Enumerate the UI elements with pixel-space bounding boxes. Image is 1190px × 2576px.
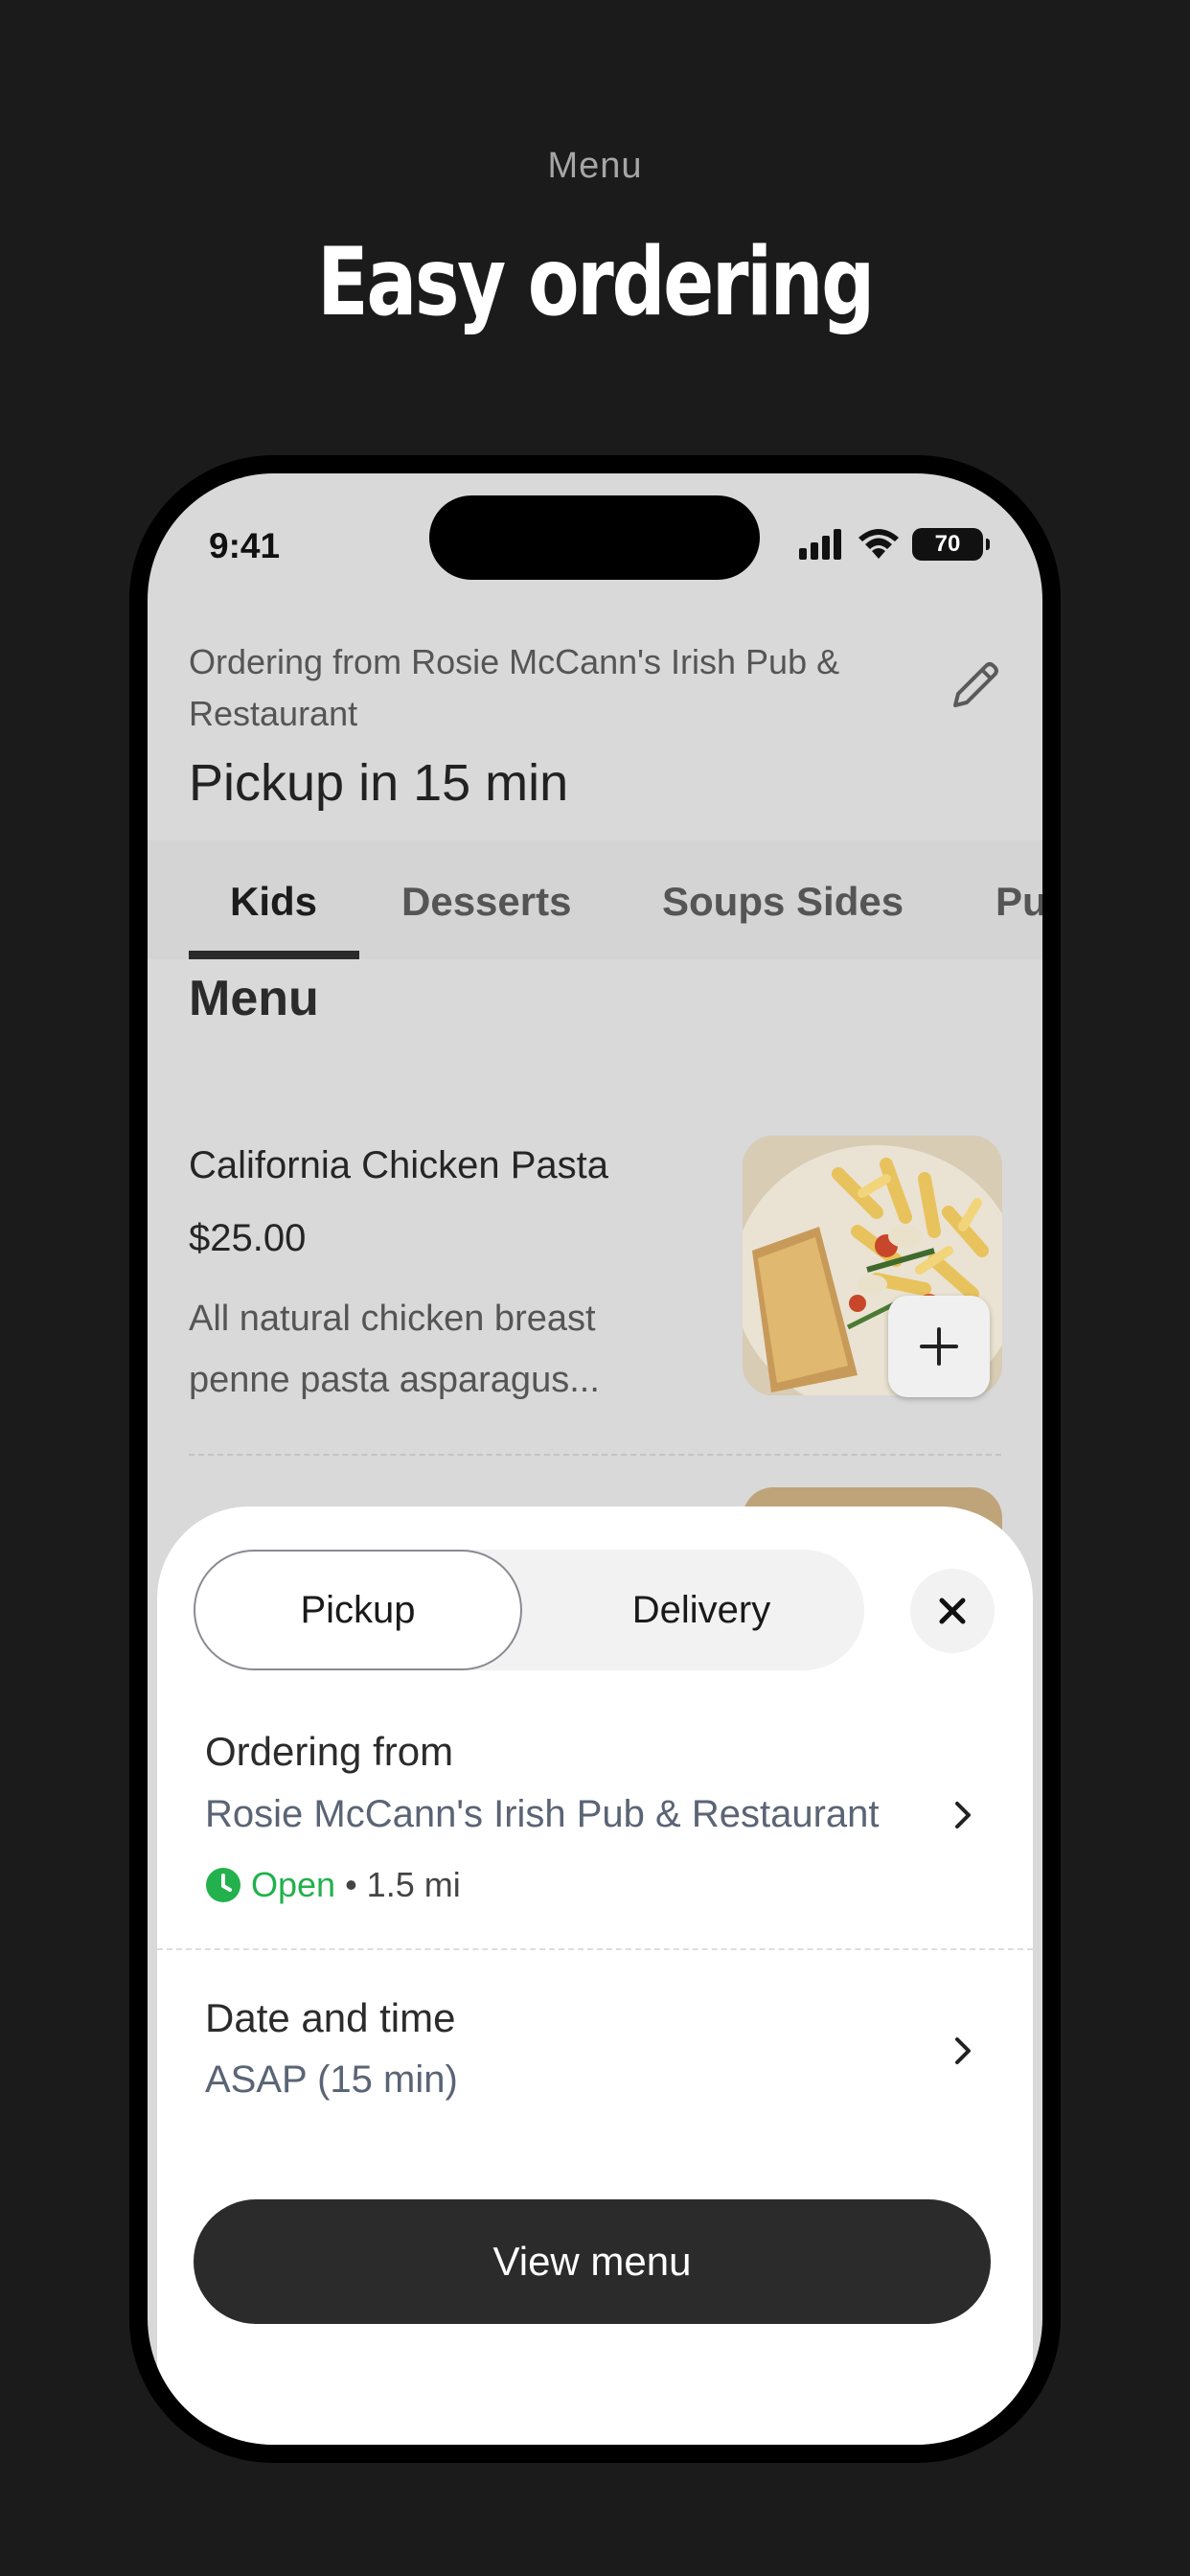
plus-icon bbox=[920, 1327, 958, 1366]
restaurant-status: Open • 1.5 mi bbox=[205, 1865, 461, 1905]
category-tabs: Kids Desserts Soups Sides Pu bbox=[148, 840, 1042, 959]
item-description: All natural chicken breast penne pasta a… bbox=[189, 1299, 600, 1400]
clock-icon bbox=[206, 1868, 240, 1902]
status-icons: 70 bbox=[797, 528, 990, 561]
close-icon bbox=[939, 1598, 966, 1624]
wifi-icon bbox=[858, 529, 899, 559]
tab-pub[interactable]: Pu bbox=[995, 840, 1042, 959]
list-divider bbox=[189, 1454, 1001, 1456]
battery-indicator: 70 bbox=[912, 528, 990, 561]
ordering-from-title: Ordering from bbox=[205, 1729, 454, 1774]
phone-frame: 9:41 70 Ordering from Rosie McCann's Iri… bbox=[129, 455, 1061, 2463]
open-status: Open bbox=[251, 1865, 336, 1904]
item-name: California Chicken Pasta bbox=[189, 1144, 608, 1186]
chevron-right-icon bbox=[949, 1796, 977, 1834]
date-time-title: Date and time bbox=[205, 1995, 456, 2040]
cellular-signal-icon bbox=[799, 529, 841, 560]
date-time-value: ASAP (15 min) bbox=[205, 2058, 458, 2101]
sheet-divider bbox=[157, 1948, 1033, 1950]
delivery-segment[interactable]: Delivery bbox=[538, 1550, 864, 1670]
tab-desserts[interactable]: Desserts bbox=[401, 840, 571, 959]
add-item-button[interactable] bbox=[888, 1296, 990, 1397]
pickup-title: Pickup in 15 min bbox=[189, 754, 569, 812]
restaurant-name: Rosie McCann's Irish Pub & Restaurant bbox=[205, 1793, 880, 1835]
tab-soups-sides[interactable]: Soups Sides bbox=[662, 840, 904, 959]
close-button[interactable] bbox=[910, 1569, 995, 1653]
dynamic-island bbox=[429, 495, 760, 580]
status-time: 9:41 bbox=[209, 526, 281, 565]
phone-screen: 9:41 70 Ordering from Rosie McCann's Iri… bbox=[148, 473, 1042, 2445]
page-caption: Menu bbox=[547, 146, 643, 186]
tab-kids[interactable]: Kids bbox=[230, 840, 317, 959]
chevron-right-icon bbox=[949, 2032, 977, 2070]
ordering-from-line: Ordering from Rosie McCann's Irish Pub &… bbox=[189, 642, 840, 733]
fulfillment-segmented-control: Pickup Delivery bbox=[194, 1550, 864, 1670]
pickup-segment[interactable]: Pickup bbox=[194, 1550, 522, 1670]
order-options-sheet: Pickup Delivery Ordering from Rosie McCa… bbox=[157, 1506, 1033, 2445]
menu-heading: Menu bbox=[189, 971, 319, 1026]
active-tab-underline bbox=[189, 951, 359, 959]
item-price: $25.00 bbox=[189, 1217, 307, 1259]
view-menu-button[interactable]: View menu bbox=[194, 2199, 991, 2324]
edit-button[interactable] bbox=[941, 651, 1010, 720]
distance: • 1.5 mi bbox=[345, 1865, 461, 1904]
pencil-icon bbox=[953, 662, 998, 707]
page-headline: Easy ordering bbox=[317, 228, 875, 337]
